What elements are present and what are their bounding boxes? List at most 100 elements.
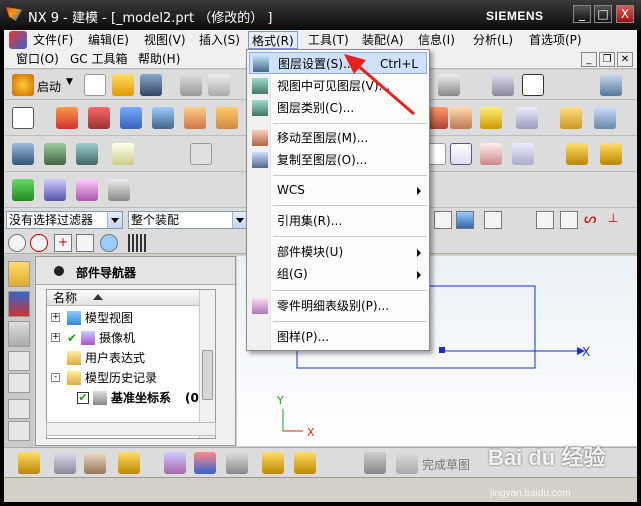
menu-item-pattern[interactable]: 图样(P)...	[249, 326, 427, 348]
finish-sketch-icon[interactable]	[396, 452, 418, 474]
history-tab-icon[interactable]	[8, 399, 30, 419]
pan-icon[interactable]	[164, 452, 186, 474]
curve-icon[interactable]: ᔕ	[584, 211, 602, 229]
shell-icon[interactable]	[480, 107, 502, 129]
close-button[interactable]: X	[616, 5, 634, 23]
extrude-icon[interactable]	[56, 107, 78, 129]
scope-filter-select[interactable]: 整个装配	[128, 211, 248, 229]
new-component-icon[interactable]	[600, 143, 622, 165]
rotate-icon[interactable]	[118, 452, 140, 474]
grid-icon[interactable]	[76, 179, 98, 201]
checkbox-checked-icon[interactable]: ✔	[77, 392, 89, 404]
assembly-navigator-tab-icon[interactable]	[8, 291, 30, 317]
web-browser-tab-icon[interactable]	[8, 421, 30, 441]
menu-format[interactable]: 格式(R)	[248, 31, 298, 49]
menu-help[interactable]: 帮助(H)	[138, 50, 180, 68]
menu-item-part-modules[interactable]: 部件模块(U)	[249, 241, 427, 263]
menu-item-move-to-layer[interactable]: 移动至图层(M)...	[249, 127, 427, 149]
plus-icon[interactable]: +	[54, 234, 72, 252]
cut-icon[interactable]	[180, 74, 202, 96]
tree-row-model-history[interactable]: - 模型历史记录	[47, 368, 199, 388]
menu-item-copy-to-layer[interactable]: 复制至图层(O)...	[249, 149, 427, 171]
table-icon[interactable]	[450, 143, 472, 165]
hole-icon[interactable]	[152, 107, 174, 129]
wcs-icon[interactable]	[12, 143, 34, 165]
maximize-button[interactable]: □	[594, 5, 612, 23]
expand-icon[interactable]: +	[51, 313, 60, 322]
menu-analysis[interactable]: 分析(L)	[470, 31, 516, 49]
tree-row-datum-csys[interactable]: ✔ 基准坐标系 (0)	[47, 388, 204, 408]
tangent-icon[interactable]: ⊥	[608, 211, 626, 229]
grid-snap-icon[interactable]	[128, 234, 146, 252]
expand-icon[interactable]: +	[51, 333, 60, 342]
menu-view[interactable]: 视图(V)	[141, 31, 189, 49]
start-icon[interactable]	[12, 74, 34, 96]
doc-restore-button[interactable]: ❐	[599, 52, 615, 67]
chevron-down-icon[interactable]: ▼	[66, 77, 73, 87]
revolve-icon[interactable]	[88, 107, 110, 129]
end-point-icon[interactable]	[536, 211, 554, 229]
scroll-up-button[interactable]	[8, 351, 30, 371]
check-icon[interactable]	[12, 179, 34, 201]
add-component-icon[interactable]	[566, 143, 588, 165]
horizontal-scrollbar[interactable]	[46, 422, 216, 436]
move-face-icon[interactable]	[190, 143, 212, 165]
unite-icon[interactable]	[560, 107, 582, 129]
menu-preferences[interactable]: 首选项(P)	[526, 31, 585, 49]
new-file-icon[interactable]	[84, 74, 106, 96]
pin-icon[interactable]	[54, 266, 64, 276]
snap-point-icon[interactable]	[480, 143, 502, 165]
type-filter-select[interactable]: 没有选择过滤器	[6, 211, 123, 229]
menu-gc-toolbox[interactable]: GC 工具箱	[70, 50, 128, 68]
vertical-scrollbar[interactable]	[199, 290, 215, 438]
line-icon[interactable]	[76, 234, 94, 252]
scrollbar-thumb[interactable]	[202, 350, 213, 400]
save-icon[interactable]	[140, 74, 162, 96]
start-button-label[interactable]: 启动	[37, 78, 61, 95]
sketch-task-icon[interactable]	[364, 452, 386, 474]
background-color-icon[interactable]	[522, 74, 544, 96]
copy-icon[interactable]	[208, 74, 230, 96]
fit-view-icon[interactable]	[54, 452, 76, 474]
layer-stack-icon[interactable]	[44, 143, 66, 165]
collapse-icon[interactable]: -	[51, 373, 60, 382]
chevron-down-icon[interactable]	[107, 212, 122, 228]
open-folder-icon[interactable]	[112, 74, 134, 96]
menu-assembly[interactable]: 装配(A)	[359, 31, 407, 49]
pattern-icon[interactable]	[294, 452, 316, 474]
boss-icon[interactable]	[184, 107, 206, 129]
menu-edit[interactable]: 编辑(E)	[85, 31, 132, 49]
menu-item-wcs[interactable]: WCS	[249, 179, 427, 201]
sphere-icon[interactable]	[100, 234, 118, 252]
column-header-name[interactable]: 名称	[47, 290, 215, 306]
roles-tab-icon[interactable]	[8, 321, 30, 347]
doc-minimize-button[interactable]: _	[581, 52, 597, 67]
tree-row-user-expressions[interactable]: 用户表达式	[47, 348, 199, 368]
chevron-down-icon[interactable]	[232, 212, 247, 228]
orient-view-icon[interactable]	[194, 452, 216, 474]
assembly-icon[interactable]	[512, 143, 534, 165]
layer-visible-icon[interactable]	[76, 143, 98, 165]
part-navigator-tab-icon[interactable]	[8, 261, 30, 287]
menu-tools[interactable]: 工具(T)	[305, 31, 352, 49]
extrude-sketch-icon[interactable]	[262, 452, 284, 474]
snap-points-icon[interactable]	[484, 211, 502, 229]
subtract-icon[interactable]	[594, 107, 616, 129]
zoom-icon[interactable]	[84, 452, 106, 474]
minimize-button[interactable]: _	[573, 5, 591, 23]
checkmark-icon[interactable]: ✔	[67, 328, 77, 348]
tree-row-model-views[interactable]: + 模型视图	[47, 308, 199, 328]
menu-item-group[interactable]: 组(G)	[249, 263, 427, 285]
center-point-icon[interactable]	[30, 234, 48, 252]
view-orient-icon[interactable]	[492, 74, 514, 96]
menu-item-reference-sets[interactable]: 引用集(R)...	[249, 210, 427, 232]
select-feature-icon[interactable]	[434, 211, 452, 229]
block-icon[interactable]	[120, 107, 142, 129]
datum-csys-icon[interactable]	[108, 179, 130, 201]
feature-table-icon[interactable]	[44, 179, 66, 201]
view-icon[interactable]	[18, 452, 40, 474]
mid-point-icon[interactable]	[560, 211, 578, 229]
menu-window[interactable]: 窗口(O)	[16, 50, 59, 68]
pocket-icon[interactable]	[216, 107, 238, 129]
scroll-down-button[interactable]	[8, 373, 30, 393]
